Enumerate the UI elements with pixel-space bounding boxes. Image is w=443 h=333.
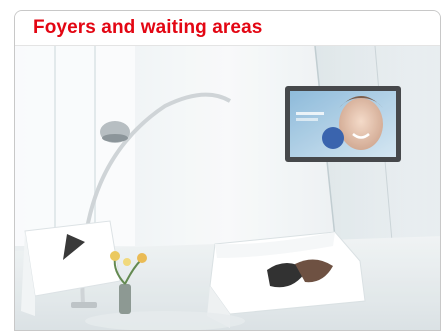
card-header: Foyers and waiting areas xyxy=(15,11,440,46)
content-card: Foyers and waiting areas xyxy=(14,10,441,331)
section-title: Foyers and waiting areas xyxy=(33,17,263,38)
waiting-area-photo xyxy=(15,46,440,330)
lounge-illustration xyxy=(15,46,440,330)
